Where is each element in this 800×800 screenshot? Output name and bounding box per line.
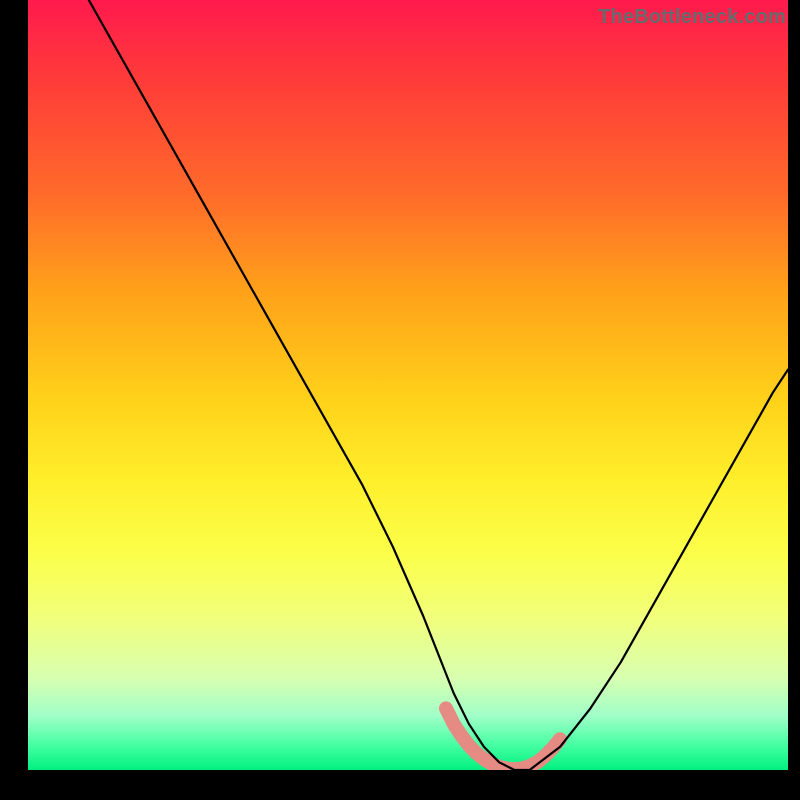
plot-area	[28, 0, 788, 770]
watermark-label: TheBottleneck.com	[598, 6, 786, 29]
bottleneck-curve-path	[89, 0, 788, 770]
frame-bottom	[0, 770, 800, 800]
curve-svg	[28, 0, 788, 770]
bottleneck-chart: TheBottleneck.com	[0, 0, 800, 800]
frame-right	[788, 0, 800, 800]
frame-left	[0, 0, 28, 800]
